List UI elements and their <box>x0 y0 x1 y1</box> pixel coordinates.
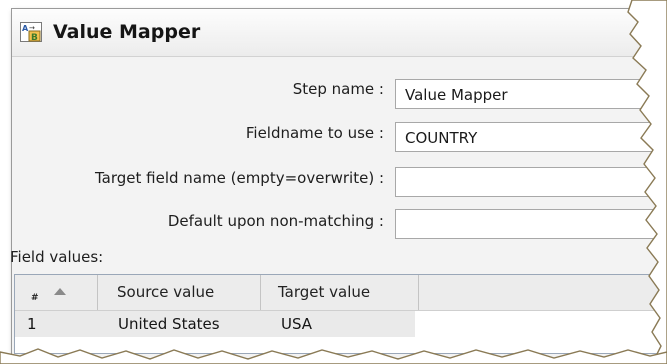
fieldname-input[interactable]: COUNTRY <box>395 122 667 152</box>
table-header: # Source value Target value <box>15 275 667 311</box>
column-header-index-label: # <box>31 293 40 303</box>
column-header-source-value[interactable]: Source value <box>98 275 261 310</box>
default-nonmatch-label: Default upon non-matching : <box>167 212 384 230</box>
title-bar: A → B Value Mapper <box>12 9 667 57</box>
window-title: Value Mapper <box>53 21 201 43</box>
svg-text:B: B <box>31 33 38 42</box>
field-values-label: Field values: <box>10 248 104 266</box>
sort-ascending-icon <box>54 288 66 295</box>
step-name-input[interactable]: Value Mapper <box>395 79 667 109</box>
target-value-cell[interactable]: USA <box>281 315 312 333</box>
row-number: 1 <box>27 315 37 333</box>
field-values-table: # Source value Target value 1 United Sta… <box>14 274 667 354</box>
table-row[interactable]: 1 United States USA <box>15 311 415 337</box>
fieldname-label: Fieldname to use : <box>245 124 384 142</box>
svg-text:A: A <box>22 24 29 33</box>
source-value-cell[interactable]: United States <box>118 315 220 333</box>
target-field-input[interactable] <box>395 167 667 197</box>
value-mapper-icon: A → B <box>20 22 42 42</box>
column-header-target-value[interactable]: Target value <box>261 275 419 310</box>
target-field-label: Target field name (empty=overwrite) : <box>95 169 384 187</box>
default-nonmatch-input[interactable] <box>395 209 667 239</box>
column-header-index[interactable]: # <box>15 275 98 310</box>
step-name-label: Step name : <box>292 80 384 98</box>
